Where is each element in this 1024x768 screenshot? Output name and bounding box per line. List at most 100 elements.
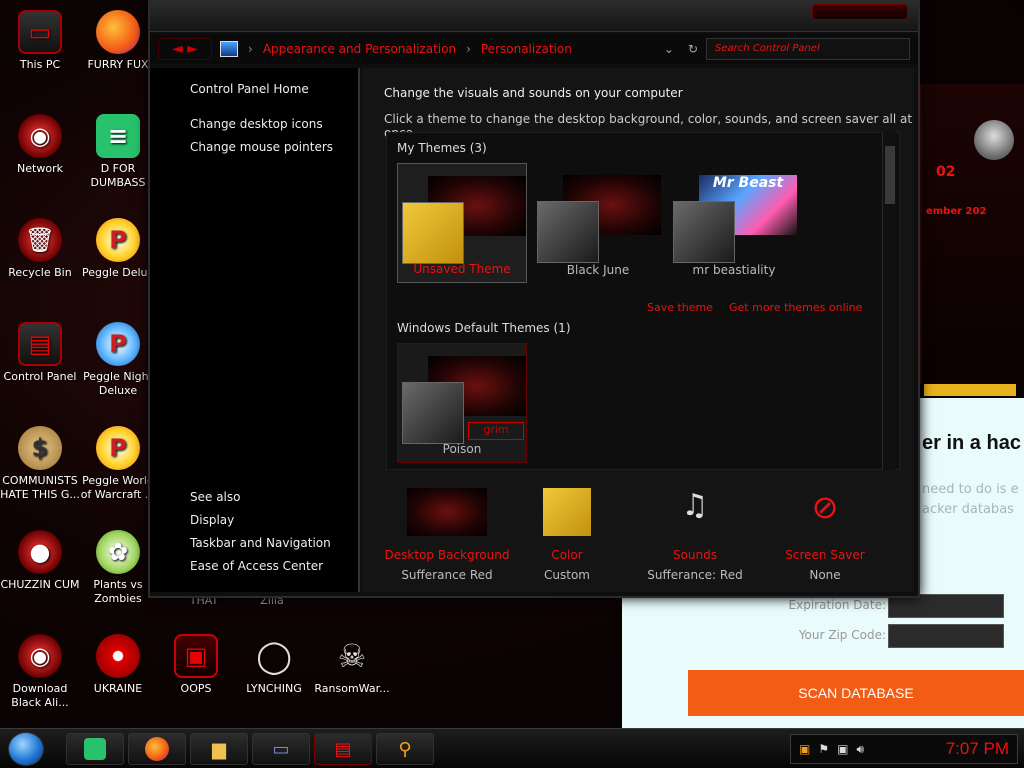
screen-saver-setting[interactable]: ⊘ Screen Saver None: [760, 488, 890, 582]
scan-database-button[interactable]: SCAN DATABASE: [688, 670, 1024, 716]
alienware-icon: ◉: [18, 634, 62, 678]
desktop-icon-label: Peggle Delux: [81, 266, 155, 279]
bg-app-text-1: 02: [936, 164, 956, 180]
theme-color-swatch: [402, 202, 464, 264]
desktop-icon-peggle-nights[interactable]: P Peggle Night Deluxe: [78, 322, 158, 398]
desktop-icon-ransomware[interactable]: ☠ RansomWar...: [312, 634, 392, 696]
desktop-icon-network[interactable]: ◉ Network: [0, 114, 80, 176]
desktop-icon-control-panel[interactable]: ▤ Control Panel: [0, 322, 80, 384]
breadcrumb-item[interactable]: Appearance and Personalization: [263, 42, 456, 56]
window-controls[interactable]: [812, 4, 908, 20]
breadcrumb[interactable]: › Appearance and Personalization › Perso…: [220, 38, 698, 60]
sounds-setting[interactable]: ♫ Sounds Sufferance: Red: [630, 488, 760, 582]
personalization-window: ◄ ► › Appearance and Personalization › P…: [148, 0, 920, 598]
theme-poison[interactable]: grim Poison: [397, 343, 527, 463]
clock[interactable]: 7:07 PM: [946, 739, 1009, 759]
theme-settings-row: Desktop Background Sufferance Red Color …: [382, 488, 904, 588]
desktop-icon-label: RansomWar...: [314, 682, 390, 695]
sidebar-change-mouse-pointers[interactable]: Change mouse pointers: [190, 136, 358, 159]
desktop-background-setting[interactable]: Desktop Background Sufferance Red: [382, 488, 512, 582]
sidebar-change-desktop-icons[interactable]: Change desktop icons: [190, 113, 358, 136]
money-bag-icon: $: [18, 426, 62, 470]
start-button[interactable]: [8, 732, 44, 766]
theme-unsaved[interactable]: Unsaved Theme: [397, 163, 527, 283]
chevron-down-icon[interactable]: ⌄: [664, 42, 674, 56]
desktop-icon-label: Recycle Bin: [8, 266, 72, 279]
scrollbar-thumb[interactable]: [885, 146, 895, 204]
refresh-icon[interactable]: ↻: [688, 42, 698, 56]
desktop-icon-firefox[interactable]: FURRY FUX: [78, 10, 158, 72]
title-bar[interactable]: [150, 2, 918, 32]
page-text-2: acker databas: [922, 502, 1014, 517]
desktop-icon-peggle-wow[interactable]: P Peggle World of Warcraft ...: [78, 426, 158, 502]
expiration-date-label: Expiration Date:: [788, 598, 886, 612]
background-app-window: 02 ember 202: [920, 84, 1024, 384]
sidebar-display[interactable]: Display: [190, 509, 358, 532]
window-icon: ▭: [272, 738, 290, 760]
taskbar-firefox[interactable]: [128, 733, 186, 765]
desktop-icon-download-black-alien[interactable]: ◉ Download Black Ali...: [0, 634, 80, 710]
desktop-icon-peggle-deluxe[interactable]: P Peggle Delux: [78, 218, 158, 280]
yellow-progress-bar: [924, 384, 1016, 396]
taskbar-search[interactable]: ⚲: [376, 733, 434, 765]
breadcrumb-item[interactable]: Personalization: [481, 42, 572, 56]
desktop-icon-ukraine[interactable]: UKRAINE: [78, 634, 158, 696]
see-also-heading: See also: [190, 490, 241, 504]
bg-app-text-2: ember 202: [926, 206, 987, 217]
computer-icon: ▭: [18, 10, 62, 54]
sidebar-ease-of-access[interactable]: Ease of Access Center: [190, 555, 358, 578]
theme-black-june[interactable]: Black June: [533, 163, 663, 283]
save-theme-link[interactable]: Save theme: [647, 301, 713, 314]
setting-value: None: [809, 568, 841, 582]
setting-value: Custom: [544, 568, 590, 582]
get-more-themes-link[interactable]: Get more themes online: [729, 301, 862, 314]
theme-color-swatch: [402, 382, 464, 444]
flag-icon[interactable]: ⚑: [818, 742, 829, 756]
desktop-icon-d-for-dumbass[interactable]: ≡ D FOR DUMBASS: [78, 114, 158, 190]
desktop-icon-label: D FOR DUMBASS: [90, 162, 146, 189]
forms-icon: ≡: [96, 114, 140, 158]
taskbar-forms-app[interactable]: [66, 733, 124, 765]
alien-logo-icon: [974, 120, 1014, 160]
noose-icon: ◯: [256, 637, 292, 675]
desktop-icon-oops[interactable]: ▣ OOPS: [156, 634, 236, 696]
desktop-icon-communists[interactable]: $ COMMUNISTS HATE THIS G...: [0, 426, 80, 502]
theme-list-scrollbar[interactable]: [882, 132, 896, 470]
zip-code-input[interactable]: [888, 624, 1004, 648]
peggle-wow-icon: P: [96, 426, 140, 470]
sidebar-control-panel-home[interactable]: Control Panel Home: [190, 78, 358, 101]
sidebar-taskbar-navigation[interactable]: Taskbar and Navigation: [190, 532, 358, 555]
taskbar-app-window[interactable]: ▭: [252, 733, 310, 765]
skull-icon: ☠: [337, 637, 367, 675]
my-themes-heading: My Themes (3): [397, 141, 487, 155]
desktop-icon-label: This PC: [19, 58, 61, 71]
system-tray: ▣ ⚑ ▣ 🔊︎ 7:07 PM: [790, 734, 1018, 764]
taskbar-file-explorer[interactable]: ▆: [190, 733, 248, 765]
tray-app-icon[interactable]: ▣: [799, 742, 810, 756]
radiation-icon: [96, 634, 140, 678]
desktop-icon-label: FURRY FUX: [87, 58, 149, 71]
piano-music-icon: ♫: [681, 488, 709, 523]
default-themes-heading: Windows Default Themes (1): [397, 321, 571, 335]
desktop-icon-plants-vs-zombies[interactable]: ✿ Plants vs Zombies: [78, 530, 158, 606]
taskbar-control-panel[interactable]: ▤: [314, 733, 372, 765]
desktop-icon-recycle-bin[interactable]: 🗑 Recycle Bin: [0, 218, 80, 280]
search-input[interactable]: Search Control Panel: [706, 38, 910, 60]
theme-name: Unsaved Theme: [413, 262, 511, 276]
network-icon[interactable]: ▣: [837, 742, 848, 756]
peggle-icon: P: [96, 218, 140, 262]
color-setting[interactable]: Color Custom: [502, 488, 632, 582]
firefox-icon: [145, 737, 169, 761]
back-forward-buttons[interactable]: ◄ ►: [158, 38, 212, 60]
desktop-icon-lynching[interactable]: ◯ LYNCHING: [234, 634, 314, 696]
desktop-icon-chuzzin[interactable]: ● CHUZZIN CUM: [0, 530, 80, 592]
page-text-1: need to do is e: [922, 482, 1019, 497]
folder-icon: ▆: [212, 738, 226, 760]
recycle-bin-icon: 🗑: [18, 218, 62, 262]
theme-name: Black June: [566, 263, 630, 277]
volume-icon[interactable]: 🔊︎: [856, 742, 864, 757]
desktop-icon-this-pc[interactable]: ▭ This PC: [0, 10, 80, 72]
theme-color-swatch: [537, 201, 599, 263]
firefox-icon: [96, 10, 140, 54]
theme-mr-beastiality[interactable]: Mr Beast mr beastiality: [669, 163, 799, 283]
